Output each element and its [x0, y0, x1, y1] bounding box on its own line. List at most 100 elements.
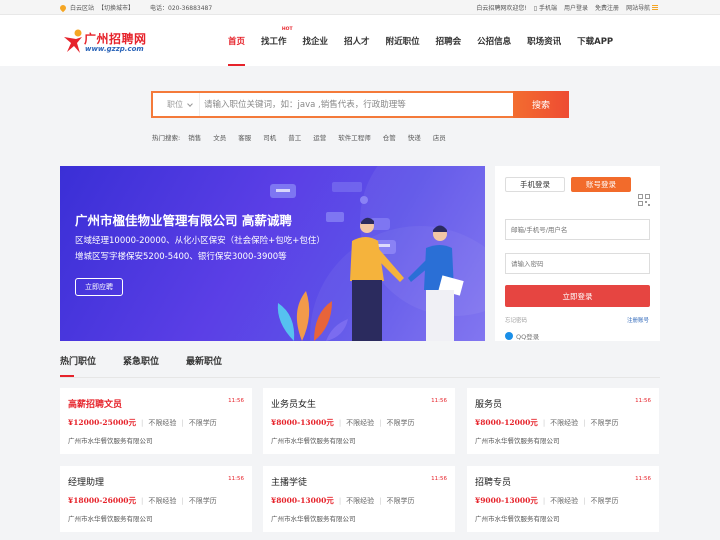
hot-search-term[interactable]: 快递 [408, 132, 421, 142]
job-card[interactable]: 服务员 11:56 ¥8000-12000元 | 不限经验 | 不限学历 广州市水华餐饮… [467, 388, 659, 454]
site-logo[interactable]: 广州招聘网 www.gzzp.com [62, 28, 152, 58]
login-panel: 手机登录 账号登录 立即登录 忘记密码 注册账号 QQ登录 [495, 166, 660, 341]
job-salary: ¥18000-26000元 [68, 496, 137, 505]
job-title[interactable]: 招聘专员 [475, 475, 511, 488]
job-title[interactable]: 经理助理 [68, 475, 104, 488]
job-company[interactable]: 广州市水华餐饮服务有限公司 [68, 435, 153, 445]
top-bar: 白云区站 【切换城市】 电话：020-36883487 白云招聘网欢迎您! ▯ … [0, 0, 720, 15]
hot-search-term[interactable]: 店员 [433, 132, 446, 142]
switch-city-link[interactable]: 【切换城市】 [98, 3, 134, 12]
header: 广州招聘网 www.gzzp.com 首页 找工作 HOT 找企业 招人才 附近职… [0, 15, 720, 66]
banner-line-2: 增城区写字楼保安5200-5400、银行保安3000-3900等 [75, 252, 287, 262]
job-company[interactable]: 广州市水华餐饮服务有限公司 [271, 435, 356, 445]
qr-code-icon[interactable] [638, 194, 650, 206]
job-experience: 不限经验 [346, 418, 375, 427]
promo-banner[interactable]: 广州市楹佳物业管理有限公司 高薪诚聘 区域经理10000-20000、从化小区保… [60, 166, 485, 341]
qq-icon [505, 332, 513, 340]
tab-hot-jobs[interactable]: 热门职位 [60, 350, 96, 377]
hot-search-term[interactable]: 软件工程师 [338, 132, 371, 142]
nav-home[interactable]: 首页 [220, 15, 253, 66]
job-card[interactable]: 经理助理 11:56 ¥18000-26000元 | 不限经验 | 不限学历 广州市水华… [60, 466, 252, 532]
job-experience: 不限经验 [148, 418, 177, 427]
site-nav-link[interactable]: 网站导航 [626, 3, 658, 12]
search-input[interactable] [199, 93, 513, 116]
job-company[interactable]: 广州市水华餐饮服务有限公司 [475, 435, 560, 445]
job-company[interactable]: 广州市水华餐饮服务有限公司 [271, 513, 356, 523]
job-experience: 不限经验 [550, 496, 579, 505]
nav-nearby-jobs[interactable]: 附近职位 [378, 15, 428, 66]
hot-search-term[interactable]: 普工 [288, 132, 301, 142]
user-login-link[interactable]: 用户登录 [564, 3, 588, 12]
nav-label: 找企业 [302, 36, 329, 47]
tab-divider [60, 377, 660, 378]
nav-find-company[interactable]: 找企业 [295, 15, 337, 66]
register-link[interactable]: 注册账号 [627, 316, 649, 324]
nav-label: 找工作 [261, 36, 287, 47]
nav-job-fair[interactable]: 招聘会 [428, 15, 470, 66]
job-category-tabs: 热门职位 紧急职位 最新职位 [60, 350, 222, 377]
logo-figure-icon [64, 29, 82, 53]
nav-career-news[interactable]: 职场资讯 [519, 15, 569, 66]
hot-search-list: 热门搜索: 销售 文员 客服 司机 普工 运营 软件工程师 仓管 快递 店员 [152, 132, 446, 142]
site-nav-label: 网站导航 [626, 5, 651, 12]
hot-search-term[interactable]: 文员 [213, 132, 226, 142]
job-title[interactable]: 业务员女生 [271, 397, 316, 410]
current-site: 白云区站 [70, 5, 95, 12]
job-salary: ¥9000-13000元 [475, 496, 538, 505]
job-title[interactable]: 服务员 [475, 397, 502, 410]
hot-search-label: 热门搜索: [152, 134, 181, 142]
job-card[interactable]: 招聘专员 11:56 ¥9000-13000元 | 不限经验 | 不限学历 广州市水华餐… [467, 466, 659, 532]
nav-label: 下载APP [577, 36, 614, 47]
job-time: 11:56 [228, 476, 244, 482]
banner-title: 广州市楹佳物业管理有限公司 高薪诚聘 [75, 213, 292, 228]
tab-urgent-jobs[interactable]: 紧急职位 [123, 350, 159, 377]
job-card[interactable]: 业务员女生 11:56 ¥8000-13000元 | 不限经验 | 不限学历 广州市水华… [263, 388, 455, 454]
nav-public-recruit[interactable]: 公招信息 [469, 15, 519, 66]
job-title[interactable]: 高薪招聘文员 [68, 397, 122, 410]
job-experience: 不限经验 [346, 496, 375, 505]
job-card[interactable]: 高薪招聘文员 11:56 ¥12000-25000元 | 不限经验 | 不限学历 广州市… [60, 388, 252, 454]
hot-search-term[interactable]: 司机 [263, 132, 276, 142]
password-field[interactable] [505, 253, 650, 274]
welcome-text: 白云招聘网欢迎您! [476, 5, 527, 12]
nav-download-app[interactable]: 下载APP [569, 15, 621, 66]
hot-badge: HOT [281, 27, 293, 32]
job-company[interactable]: 广州市水华餐饮服务有限公司 [68, 513, 153, 523]
qq-login-link[interactable]: QQ登录 [505, 331, 539, 341]
menu-icon [652, 5, 658, 10]
search-button[interactable]: 搜索 [513, 91, 569, 118]
apply-now-button[interactable]: 立即应聘 [75, 278, 123, 296]
job-card[interactable]: 主播学徒 11:56 ¥8000-13000元 | 不限经验 | 不限学历 广州市水华餐… [263, 466, 455, 532]
hot-search-term[interactable]: 仓管 [383, 132, 396, 142]
tab-mobile-login[interactable]: 手机登录 [505, 177, 565, 192]
job-education: 不限学历 [188, 418, 217, 427]
username-field[interactable] [505, 219, 650, 240]
hot-search-term[interactable]: 销售 [188, 132, 201, 142]
nav-find-job[interactable]: 找工作 HOT [253, 15, 295, 66]
job-education: 不限学历 [386, 418, 415, 427]
nav-label: 职场资讯 [527, 36, 562, 47]
job-time: 11:56 [431, 476, 447, 482]
login-button[interactable]: 立即登录 [505, 285, 650, 307]
mobile-label: 手机端 [539, 5, 558, 12]
nav-find-talent[interactable]: 招人才 [336, 15, 378, 66]
job-salary: ¥8000-13000元 [271, 418, 334, 427]
tab-latest-jobs[interactable]: 最新职位 [186, 350, 222, 377]
search-category-select[interactable]: 职位 [153, 93, 199, 116]
chevron-down-icon [187, 100, 193, 107]
nav-label: 公招信息 [477, 36, 512, 47]
hot-search-term[interactable]: 客服 [238, 132, 251, 142]
job-education: 不限学历 [386, 496, 415, 505]
forgot-password-link[interactable]: 忘记密码 [505, 316, 527, 324]
logo-url: www.gzzp.com [85, 45, 144, 53]
job-experience: 不限经验 [550, 418, 579, 427]
hot-search-term[interactable]: 运营 [313, 132, 326, 142]
free-register-link[interactable]: 免费注册 [595, 3, 619, 12]
tab-account-login[interactable]: 账号登录 [571, 177, 631, 192]
phone-number: 电话：020-36883487 [150, 5, 213, 12]
job-title[interactable]: 主播学徒 [271, 475, 307, 488]
location-pin-icon [58, 3, 68, 12]
job-time: 11:56 [431, 398, 447, 404]
mobile-link[interactable]: ▯ 手机端 [534, 3, 557, 12]
job-company[interactable]: 广州市水华餐饮服务有限公司 [475, 513, 560, 523]
